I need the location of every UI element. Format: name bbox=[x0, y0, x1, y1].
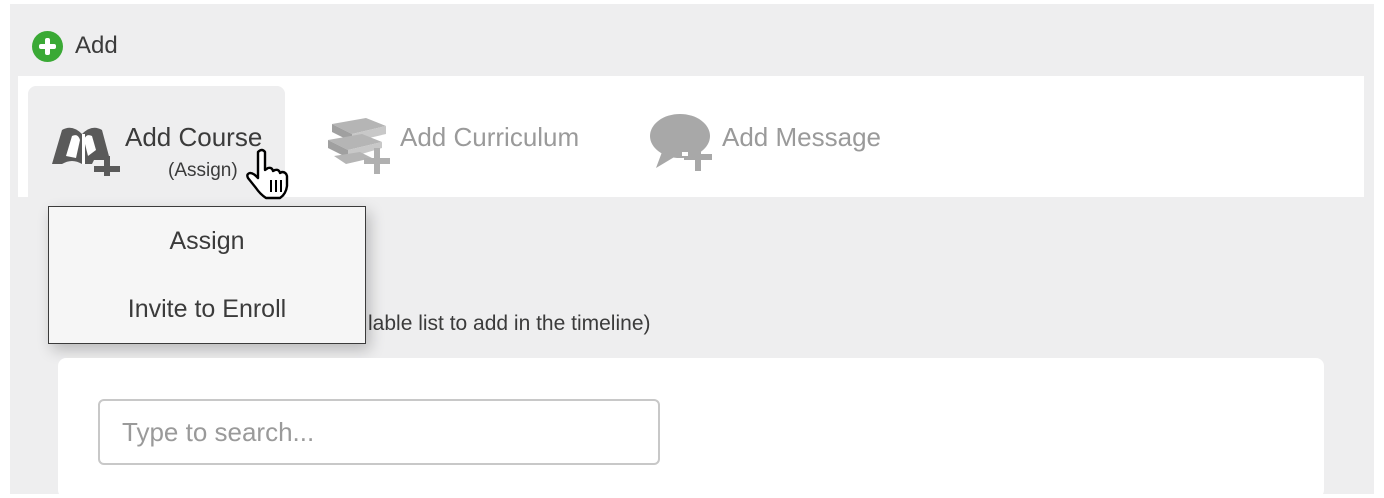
tab-add-curriculum[interactable]: Add Curriculum bbox=[316, 86, 606, 197]
add-header[interactable]: Add bbox=[32, 30, 118, 62]
tab-label: Add Message bbox=[722, 122, 881, 152]
books-plus-icon bbox=[328, 118, 390, 174]
tab-add-message[interactable]: Add Message bbox=[646, 86, 916, 197]
plus-circle-icon bbox=[32, 30, 63, 62]
helper-text: lable list to add in the timeline) bbox=[368, 312, 651, 335]
tab-strip: Add Course (Assign) Add Curriculum Add M… bbox=[18, 76, 1364, 197]
book-plus-icon bbox=[52, 127, 120, 176]
hand-pointer-cursor-icon bbox=[246, 148, 289, 200]
search-input[interactable] bbox=[98, 399, 660, 465]
menu-item-assign[interactable]: Assign bbox=[49, 227, 365, 256]
menu-item-invite-to-enroll[interactable]: Invite to Enroll bbox=[49, 295, 365, 324]
tab-label: Add Curriculum bbox=[400, 122, 580, 152]
assign-dropdown-menu: Assign Invite to Enroll bbox=[48, 206, 366, 344]
speech-bubble-plus-icon bbox=[650, 114, 712, 171]
add-label: Add bbox=[75, 32, 118, 59]
search-card bbox=[58, 358, 1324, 498]
tab-sublabel: (Assign) bbox=[168, 160, 238, 181]
tab-label: Add Course bbox=[125, 122, 263, 152]
